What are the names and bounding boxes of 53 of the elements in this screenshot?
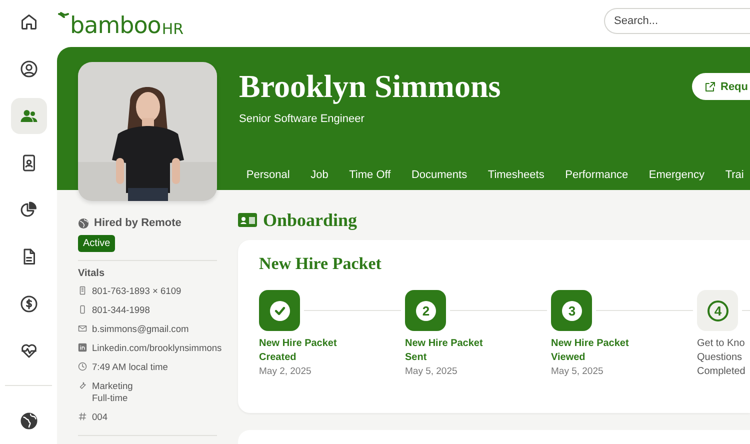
step-label: New Hire Packet Sent xyxy=(405,337,484,365)
status-badge: Active xyxy=(78,235,116,252)
mobile-phone-icon xyxy=(78,305,87,314)
vital-text: 004 xyxy=(92,411,108,423)
profile-tab[interactable]: Personal xyxy=(239,168,300,180)
card-title: New Hire Packet xyxy=(259,253,382,275)
globe-icon xyxy=(20,412,38,430)
profile-tab[interactable]: Time Off xyxy=(338,168,402,180)
profile-tab[interactable]: Timesheets xyxy=(478,168,555,180)
nav-button[interactable] xyxy=(10,98,46,134)
check-icon xyxy=(268,300,290,322)
vital-text: Linkedin.com/brooklynsimmons xyxy=(92,342,222,354)
hired-by-label: Hired by Remote xyxy=(94,217,182,229)
step-number: 3 xyxy=(560,300,582,322)
heart-icon xyxy=(20,342,38,360)
section-title: Onboarding xyxy=(263,209,358,231)
step-date: May 2, 2025 xyxy=(259,366,312,377)
pie-chart-icon xyxy=(20,201,38,219)
step-label: New Hire Packet Viewed xyxy=(551,337,630,365)
external-link-icon xyxy=(704,80,716,92)
people-icon xyxy=(20,107,38,125)
request-button[interactable]: Requ xyxy=(692,73,750,100)
employee-name: Brooklyn Simmons xyxy=(239,67,501,105)
step-date: May 5, 2025 xyxy=(551,366,604,377)
person-icon xyxy=(20,60,38,78)
dollar-icon xyxy=(20,295,38,313)
hash-icon xyxy=(78,412,87,421)
logo[interactable]: bambooHR xyxy=(58,10,184,36)
vital-text: 801-344-1998 xyxy=(92,304,150,316)
step-label: Get to Kno Questions Completed xyxy=(697,337,746,379)
vital-text: 801-763-1893 × 6109 xyxy=(92,285,182,297)
profile-tab[interactable]: Job xyxy=(300,168,339,180)
step-date: May 5, 2025 xyxy=(405,366,458,377)
vital-text: 7:49 AM local time xyxy=(92,361,168,373)
profile-tab[interactable]: Trai xyxy=(714,168,750,180)
vital-text: b.simmons@gmail.com xyxy=(92,323,189,335)
id-card-icon xyxy=(238,213,257,227)
clock-icon xyxy=(78,362,87,371)
section-heading: Vitals xyxy=(78,268,106,279)
globe-icon xyxy=(78,218,89,228)
step-label: New Hire Packet Created xyxy=(259,337,338,365)
search-field[interactable]: Search... xyxy=(604,8,750,34)
profile-tab[interactable]: Documents xyxy=(401,168,478,180)
office-phone-icon xyxy=(78,286,87,295)
step-number: 4 xyxy=(706,300,728,322)
profile-tab[interactable]: Performance xyxy=(554,168,638,180)
home-icon xyxy=(20,13,38,31)
envelope-icon xyxy=(78,324,87,333)
profile-tab[interactable]: Emergency xyxy=(638,168,715,180)
job-title: Senior Software Engineer xyxy=(239,113,366,125)
step-number: 2 xyxy=(414,300,436,322)
vital-text: Marketing Full-time xyxy=(92,380,133,404)
linkedin-icon xyxy=(78,343,87,352)
